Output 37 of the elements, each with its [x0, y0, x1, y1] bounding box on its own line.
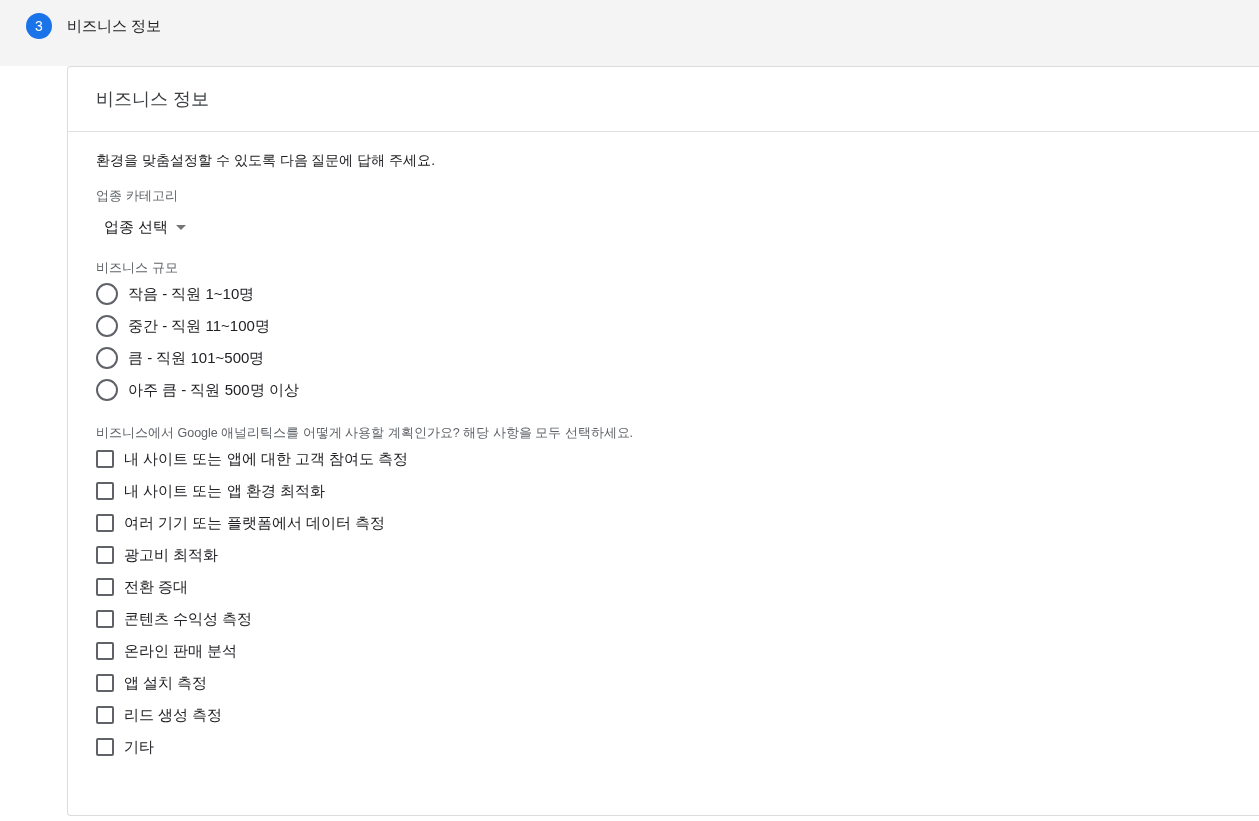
checkbox[interactable] [96, 482, 114, 500]
option-label[interactable]: 앱 설치 측정 [124, 673, 208, 693]
option-label[interactable]: 큼 - 직원 101~500명 [128, 348, 265, 368]
caret-icon [176, 225, 187, 230]
option-label[interactable]: 리드 생성 측정 [124, 705, 223, 725]
radio-button[interactable] [96, 379, 118, 401]
option-label[interactable]: 온라인 판매 분석 [124, 641, 238, 661]
option-label[interactable]: 내 사이트 또는 앱 환경 최적화 [124, 481, 325, 501]
field-label: 업종 카테고리 [96, 187, 179, 205]
option-label[interactable]: 광고비 최적화 [124, 545, 219, 565]
checkbox[interactable] [96, 514, 114, 532]
option-label[interactable]: 콘텐츠 수익성 측정 [124, 609, 253, 629]
option-label[interactable]: 기타 [124, 737, 154, 757]
step-title: 비즈니스 정보 [67, 16, 162, 36]
radio-button[interactable] [96, 315, 118, 337]
option-label[interactable]: 아주 큼 - 직원 500명 이상 [128, 380, 299, 400]
checkbox[interactable] [96, 610, 114, 628]
card-title: 비즈니스 정보 [96, 88, 209, 111]
checkbox[interactable] [96, 578, 114, 596]
radio-button[interactable] [96, 283, 118, 305]
checkbox[interactable] [96, 450, 114, 468]
option-label[interactable]: 여러 기기 또는 플랫폼에서 데이터 측정 [124, 513, 385, 533]
field-label: 비즈니스 규모 [96, 259, 179, 277]
checkbox[interactable] [96, 706, 114, 724]
checkbox[interactable] [96, 674, 114, 692]
field-label: 비즈니스에서 Google 애널리틱스를 어떻게 사용할 계획인가요? 해당 사항을 모두 선택하세요. [96, 425, 634, 442]
option-label[interactable]: 내 사이트 또는 앱에 대한 고객 참여도 측정 [124, 449, 409, 469]
checkbox[interactable] [96, 642, 114, 660]
checkbox[interactable] [96, 546, 114, 564]
intro-text: 환경을 맞춤설정할 수 있도록 다음 질문에 답해 주세요. [96, 151, 437, 170]
step-number-badge: 3 [26, 13, 52, 39]
option-label[interactable]: 중간 - 직원 11~100명 [128, 316, 270, 336]
option-label[interactable]: 전환 증대 [124, 577, 189, 597]
checkbox[interactable] [96, 738, 114, 756]
radio-button[interactable] [96, 347, 118, 369]
category-dropdown[interactable]: 업종 선택 [96, 212, 195, 243]
option-label[interactable]: 작음 - 직원 1~10명 [128, 284, 255, 304]
